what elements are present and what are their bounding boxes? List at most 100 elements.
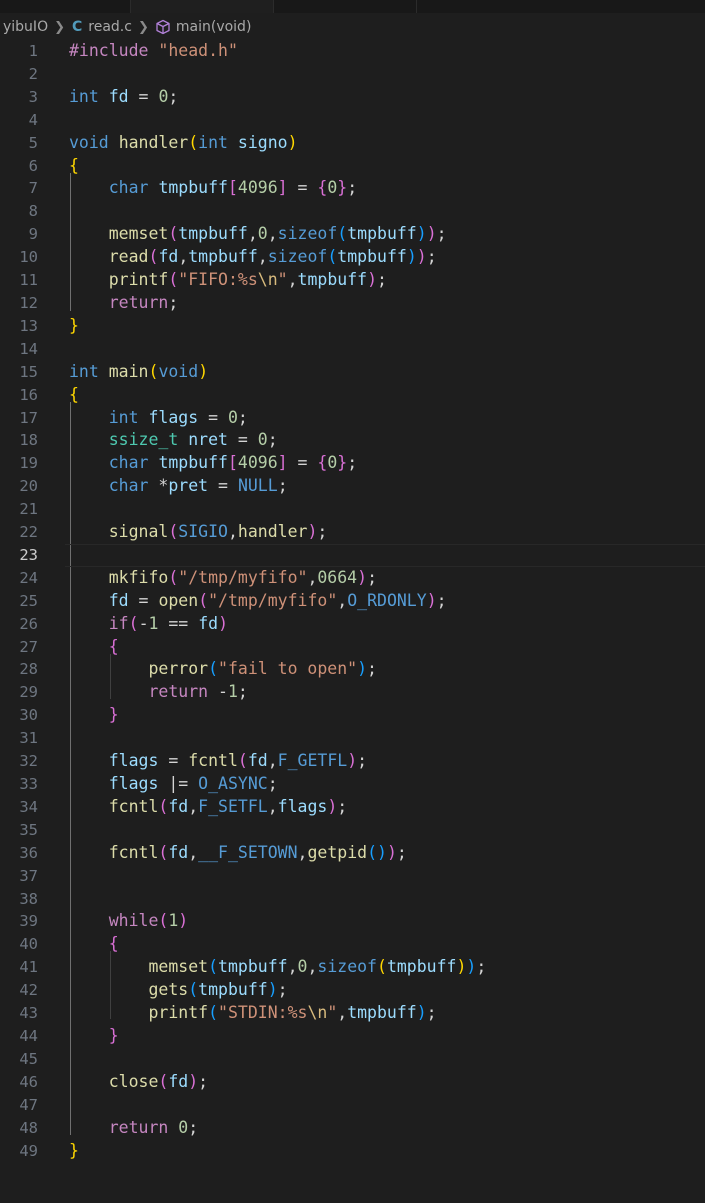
line-number: 37 [19,866,38,885]
code-token: "STDIN:%s [218,1003,308,1023]
code-text: signal(SIGIO,handler); [69,521,328,544]
code-line[interactable]: 17 int flags = 0; [0,407,705,430]
code-token: flags [108,751,159,771]
code-line[interactable]: 27 { [0,636,705,659]
code-line[interactable]: 26 if(-1 == fd) [0,613,705,636]
code-line[interactable]: 19 char tmpbuff[4096] = {0}; [0,452,705,475]
code-line[interactable]: 29 return -1; [0,681,705,704]
code-line[interactable]: 15 int main(void) [0,361,705,384]
code-line[interactable]: 36 fcntl(fd,__F_SETOWN,getpid()); [0,842,705,865]
code-line[interactable]: 33 flags |= O_ASYNC; [0,773,705,796]
code-token: "head.h" [158,41,238,60]
code-text: read(fd,tmpbuff,sizeof(tmpbuff)); [69,246,437,269]
code-line[interactable]: 13} [0,315,705,338]
code-token: 1 [227,682,238,702]
code-line[interactable]: 49} [0,1140,705,1163]
code-text: ssize_t nret = 0; [69,429,278,452]
code-token: memset [148,957,209,977]
code-token: ; [347,453,358,473]
code-token: ( [158,796,169,816]
code-token: ; [367,659,377,679]
code-token: tmpbuff [198,980,268,1000]
code-token: ( [188,980,199,1000]
code-line[interactable]: 41 memset(tmpbuff,0,sizeof(tmpbuff)); [0,956,705,979]
code-token: , [247,224,258,244]
active-tab[interactable] [130,0,274,13]
editor-tab-strip [0,0,705,13]
code-line[interactable]: 16 { [0,384,705,407]
code-text: while(1) [69,910,188,933]
code-token: ( [327,247,338,267]
code-line[interactable]: 31 [0,727,705,750]
code-text: } [69,315,79,338]
code-token: { [108,934,119,954]
code-text: { [69,384,79,407]
code-token: = [227,430,258,450]
code-line[interactable]: 11 printf("FIFO:%s\n",tmpbuff); [0,269,705,292]
code-line[interactable]: 18 ssize_t nret = 0; [0,429,705,452]
chevron-right-icon: ❯ [137,19,149,35]
code-token: ( [198,590,209,610]
code-token: F_SETFL [198,796,268,816]
code-line[interactable]: 30 } [0,704,705,727]
code-line[interactable]: 38 [0,888,705,911]
code-token: F_GETFL [277,751,348,771]
code-line[interactable]: 48 return 0; [0,1117,705,1140]
breadcrumb-file[interactable]: C read.c [71,19,132,35]
code-line[interactable]: 47 [0,1094,705,1117]
code-line[interactable]: 43 printf("STDIN:%s\n",tmpbuff); [0,1002,705,1025]
code-line[interactable]: 1 #include "head.h" [0,40,705,63]
line-number: 1 [28,42,38,60]
code-line[interactable]: 42 gets(tmpbuff); [0,979,705,1002]
code-line[interactable]: 9 memset(tmpbuff,0,sizeof(tmpbuff)); [0,223,705,246]
code-token: 0 [257,224,268,244]
code-line[interactable]: 14 [0,338,705,361]
code-line[interactable]: 4 [0,109,705,132]
code-text: printf("STDIN:%s\n",tmpbuff); [69,1002,436,1025]
code-line[interactable]: 7 char tmpbuff[4096] = {0}; [0,177,705,200]
code-line[interactable]: 37 [0,865,705,888]
code-line[interactable]: 45 [0,1048,705,1071]
code-line[interactable]: 25 fd = open("/tmp/myfifo",O_RDONLY); [0,590,705,613]
breadcrumb-folder[interactable]: yibuIO [0,19,48,35]
code-line[interactable]: 8 [0,200,705,223]
code-line[interactable]: 2 [0,63,705,86]
code-line[interactable]: 23 [0,543,705,567]
code-line[interactable]: 44 } [0,1025,705,1048]
code-line[interactable]: 12 return; [0,292,705,315]
breadcrumb-symbol[interactable]: main(void) [155,19,251,35]
code-text: int fd = 0; [69,86,178,109]
code-token: printf [108,270,169,290]
code-line[interactable]: 34 fcntl(fd,F_SETFL,flags); [0,796,705,819]
code-line[interactable]: 39 while(1) [0,910,705,933]
code-line[interactable]: 10 read(fd,tmpbuff,sizeof(tmpbuff)); [0,246,705,269]
code-token: ) [426,224,437,244]
code-line[interactable]: 5 void handler(int signo) [0,132,705,155]
code-line[interactable]: 35 [0,819,705,842]
code-line[interactable]: 24 mkfifo("/tmp/myfifo",0664); [0,567,705,590]
line-number: 20 [19,477,38,496]
code-editor[interactable]: 1 #include "head.h" 2 3 int fd = 0; 4 5 void ha… [0,40,705,1162]
code-token: ; [396,842,407,862]
code-line[interactable]: 46 close(fd); [0,1071,705,1094]
code-token: ( [128,613,139,633]
code-line[interactable]: 28 perror("fail to open"); [0,658,705,681]
code-token: gets [148,980,189,1000]
code-token: = [208,476,238,496]
code-token: ] [277,453,288,473]
code-token: ) [357,659,368,679]
code-line[interactable]: 22 signal(SIGIO,handler); [0,521,705,544]
code-line[interactable]: 6{ [0,155,705,178]
code-token: , [267,751,278,771]
code-line[interactable]: 40 { [0,933,705,956]
code-line[interactable]: 3 int fd = 0; [0,86,705,109]
code-line[interactable]: 32 flags = fcntl(fd,F_GETFL); [0,750,705,773]
code-line[interactable]: 21 [0,498,705,521]
code-line[interactable]: 20 char *pret = NULL; [0,475,705,498]
code-token: ) [357,567,368,587]
code-token: ) [426,590,437,610]
